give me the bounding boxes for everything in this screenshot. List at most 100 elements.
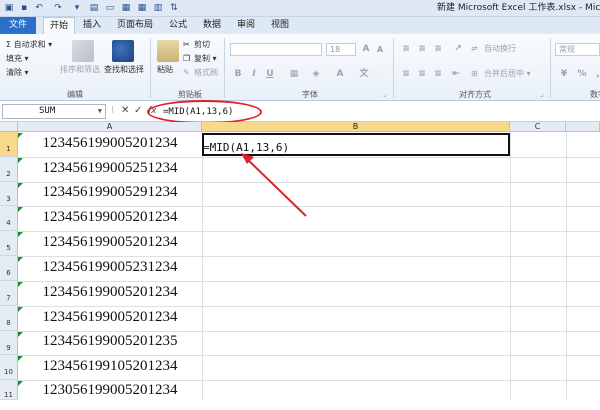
font-name-select[interactable] bbox=[230, 43, 322, 56]
decrease-indent-icon[interactable]: ⇤ bbox=[450, 68, 462, 80]
enter-icon[interactable]: ✓ bbox=[134, 105, 142, 117]
column-header-a[interactable]: A bbox=[18, 122, 202, 132]
gridline bbox=[18, 380, 600, 381]
row-header-9[interactable]: 9 bbox=[0, 331, 18, 355]
tab-insert[interactable]: 插入 bbox=[78, 17, 106, 34]
fill-color-icon[interactable]: ◈ bbox=[310, 68, 322, 80]
clear-button[interactable]: 清除 ▾ bbox=[6, 67, 29, 78]
ribbon-tabs: 文件 开始 插入 页面布局 公式 数据 审阅 视图 bbox=[0, 17, 600, 34]
tab-home[interactable]: 开始 bbox=[43, 17, 75, 34]
row-header-7[interactable]: 7 bbox=[0, 281, 18, 306]
column-header-c[interactable]: C bbox=[510, 122, 566, 132]
cell-a5[interactable]: 123456199005201234 bbox=[20, 234, 200, 251]
comma-style-icon[interactable]: , bbox=[592, 68, 600, 80]
chart-icon[interactable]: ▥ bbox=[152, 2, 164, 14]
excel-app-icon[interactable]: ▣ bbox=[3, 2, 15, 14]
row-header-5[interactable]: 5 bbox=[0, 231, 18, 256]
cell-a1[interactable]: 123456199005201234 bbox=[20, 135, 200, 152]
align-left-icon[interactable]: ≡ bbox=[400, 68, 412, 80]
column-header-b[interactable]: B bbox=[202, 122, 510, 132]
wrap-text-button[interactable]: 自动换行 bbox=[484, 43, 516, 54]
tab-file[interactable]: 文件 bbox=[0, 17, 36, 34]
redo-icon[interactable]: ↷ bbox=[52, 2, 64, 14]
autosum-button[interactable]: Σ 自动求和 ▾ bbox=[6, 39, 52, 50]
bold-button[interactable]: B bbox=[232, 68, 244, 80]
sort-icon[interactable]: ⇅ bbox=[168, 2, 180, 14]
cell-a4[interactable]: 123456199005201234 bbox=[20, 209, 200, 226]
alignment-dialog-launcher-icon[interactable]: ⌟ bbox=[540, 88, 544, 99]
binoculars-icon bbox=[112, 40, 134, 62]
fill-button[interactable]: 填充 ▾ bbox=[6, 53, 29, 64]
sort-filter-button[interactable]: 排序和筛选 bbox=[60, 64, 100, 75]
merge-center-button[interactable]: 合并后居中 ▾ bbox=[484, 68, 531, 79]
grow-font-icon[interactable]: A bbox=[360, 43, 372, 55]
percent-icon[interactable]: % bbox=[576, 68, 588, 80]
drag-handle-icon[interactable]: ⁝ bbox=[111, 105, 114, 117]
tab-review[interactable]: 审阅 bbox=[232, 17, 260, 34]
phonetic-icon[interactable]: 文 bbox=[358, 68, 370, 80]
row-header-2[interactable]: 2 bbox=[0, 157, 18, 182]
undo-icon[interactable]: ↶ bbox=[33, 2, 45, 14]
copy-icon[interactable]: ❐ bbox=[183, 53, 190, 64]
name-box[interactable]: SUM ▼ bbox=[2, 104, 106, 119]
gridline bbox=[566, 132, 567, 400]
new-document-icon[interactable]: ▭ bbox=[104, 2, 116, 14]
find-select-button[interactable]: 查找和选择 bbox=[104, 64, 144, 75]
tab-formulas[interactable]: 公式 bbox=[164, 17, 192, 34]
italic-button[interactable]: I bbox=[248, 68, 260, 80]
cell-a8[interactable]: 123456199005201234 bbox=[20, 309, 200, 326]
format-painter-button[interactable]: 格式刷 bbox=[194, 67, 218, 78]
cell-a11[interactable]: 123056199005201234 bbox=[20, 382, 200, 399]
align-center-icon[interactable]: ≡ bbox=[416, 68, 428, 80]
font-size-select[interactable]: 18 bbox=[326, 43, 356, 56]
format-painter-icon[interactable]: ✎ bbox=[183, 67, 190, 78]
row-header-10[interactable]: 10 bbox=[0, 355, 18, 380]
cancel-icon[interactable]: ✕ bbox=[121, 105, 129, 117]
customize-quick-access-icon[interactable]: ▾ bbox=[72, 2, 82, 14]
tab-view[interactable]: 视图 bbox=[266, 17, 294, 34]
annotation-arrow-line bbox=[245, 157, 307, 217]
cell-a3[interactable]: 123456199005291234 bbox=[20, 184, 200, 201]
cell-a10[interactable]: 123456199105201234 bbox=[20, 358, 200, 375]
cell-a9[interactable]: 123456199005201235 bbox=[20, 333, 200, 350]
paste-button[interactable]: 粘贴 bbox=[157, 64, 173, 75]
row-header-3[interactable]: 3 bbox=[0, 182, 18, 206]
tab-data[interactable]: 数据 bbox=[198, 17, 226, 34]
row-header-6[interactable]: 6 bbox=[0, 256, 18, 281]
row-header-8[interactable]: 8 bbox=[0, 306, 18, 331]
orientation-icon[interactable]: ↗ bbox=[452, 43, 464, 55]
gridline bbox=[510, 132, 511, 400]
column-header-d[interactable] bbox=[566, 122, 600, 132]
underline-button[interactable]: U bbox=[264, 68, 276, 80]
gridline bbox=[18, 281, 600, 282]
cell-b1-formula[interactable]: =MID(A1,13,6) bbox=[203, 141, 289, 154]
font-dialog-launcher-icon[interactable]: ⌟ bbox=[383, 88, 387, 99]
print-preview-icon[interactable]: ▤ bbox=[88, 2, 100, 14]
tab-page-layout[interactable]: 页面布局 bbox=[112, 17, 158, 34]
row-header-1[interactable]: 1 bbox=[0, 132, 18, 157]
currency-icon[interactable]: ¥ bbox=[558, 68, 570, 80]
font-color-icon[interactable]: A bbox=[334, 68, 346, 80]
align-right-icon[interactable]: ≡ bbox=[432, 68, 444, 80]
cell-a7[interactable]: 123456199005201234 bbox=[20, 284, 200, 301]
cut-button[interactable]: 剪切 bbox=[194, 39, 210, 50]
align-top-icon[interactable]: ≡ bbox=[400, 43, 412, 55]
row-header-11[interactable]: 11 bbox=[0, 380, 18, 400]
select-all-corner[interactable] bbox=[0, 122, 18, 132]
save-icon[interactable]: ▪ bbox=[18, 2, 30, 14]
cell-a6[interactable]: 123456199005231234 bbox=[20, 259, 200, 276]
cell-a2[interactable]: 123456199005251234 bbox=[20, 160, 200, 177]
row-header-4[interactable]: 4 bbox=[0, 206, 18, 231]
grid-icon[interactable]: ▦ bbox=[136, 2, 148, 14]
shrink-font-icon[interactable]: A bbox=[374, 44, 386, 56]
copy-button[interactable]: 复制 ▾ bbox=[194, 53, 217, 64]
align-bottom-icon[interactable]: ≡ bbox=[432, 43, 444, 55]
scissors-icon[interactable]: ✂ bbox=[183, 39, 190, 50]
merge-center-icon[interactable]: ⊞ bbox=[471, 68, 478, 79]
border-icon[interactable]: ▦ bbox=[288, 68, 300, 80]
table-icon[interactable]: ▦ bbox=[120, 2, 132, 14]
wrap-text-icon[interactable]: ⇌ bbox=[471, 43, 478, 54]
chevron-down-icon[interactable]: ▼ bbox=[98, 105, 102, 118]
number-format-select[interactable]: 常规 bbox=[555, 43, 600, 56]
align-middle-icon[interactable]: ≡ bbox=[416, 43, 428, 55]
